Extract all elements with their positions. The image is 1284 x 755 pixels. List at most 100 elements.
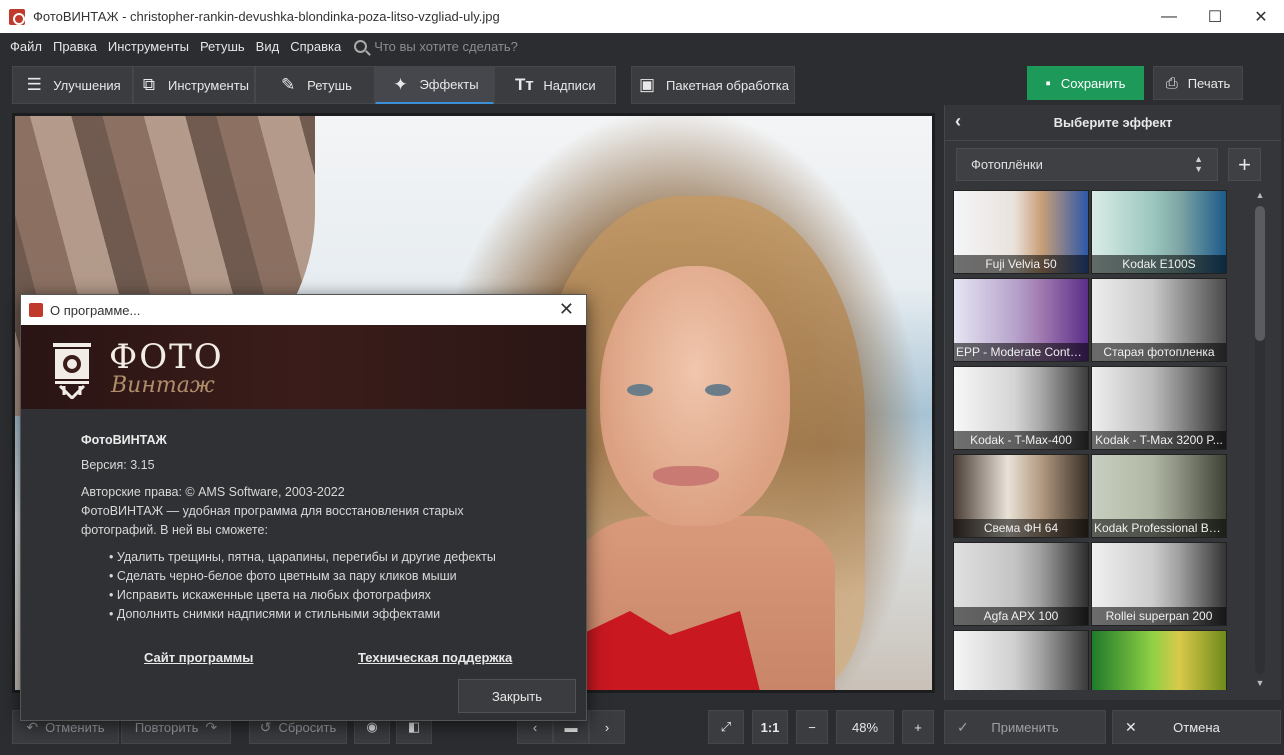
- effects-scrollbar[interactable]: ▲ ▼: [1250, 190, 1270, 690]
- effects-grid: Fuji Velvia 50 Kodak E100S EPP - Moderat…: [953, 190, 1233, 690]
- undo-arrow-icon: ↶: [26, 718, 39, 735]
- save-label: Сохранить: [1060, 75, 1126, 91]
- zoom-in-button[interactable]: +: [902, 710, 934, 744]
- print-button[interactable]: ⎙ Печать: [1153, 66, 1243, 100]
- next-image-button[interactable]: ›: [589, 710, 625, 744]
- product-name: ФотоВИНТАЖ: [81, 433, 167, 447]
- effect-thumb[interactable]: [953, 630, 1089, 690]
- copyright-text: Авторские права: © AMS Software, 2003-20…: [81, 485, 345, 499]
- batch-processing-button[interactable]: ▣ Пакетная обработка: [631, 66, 795, 104]
- website-link[interactable]: Сайт программы: [144, 650, 253, 665]
- close-icon[interactable]: ✕: [559, 299, 574, 320]
- window-title: ФотоВИНТАЖ - christopher-rankin-devushka…: [33, 9, 500, 24]
- effect-label: Kodak E100S: [1092, 255, 1226, 273]
- support-link[interactable]: Техническая поддержка: [358, 650, 512, 665]
- scroll-up-arrow-icon[interactable]: ▲: [1254, 190, 1266, 202]
- effect-thumb[interactable]: Свема ФН 64: [953, 454, 1089, 538]
- app-logo-icon: [29, 303, 43, 317]
- menu-tools[interactable]: Инструменты: [108, 39, 189, 54]
- tab-retouch[interactable]: ✎ Ретушь: [255, 66, 375, 104]
- maximize-button[interactable]: ☐: [1192, 0, 1238, 33]
- menu-view[interactable]: Вид: [256, 39, 280, 54]
- save-button[interactable]: ▪ Сохранить: [1027, 66, 1144, 100]
- magic-wand-icon: ✦: [393, 74, 408, 94]
- camera-logo-icon: [53, 343, 91, 399]
- feature-list: Удалить трещины, пятна, царапины, переги…: [81, 548, 561, 624]
- menu-help[interactable]: Справка: [290, 39, 341, 54]
- menu-edit[interactable]: Правка: [53, 39, 97, 54]
- dialog-title-bar: О программе...: [21, 295, 586, 325]
- redo-arrow-icon: ↷: [205, 718, 218, 735]
- tab-captions[interactable]: Tт Надписи: [494, 66, 616, 104]
- menu-retouch[interactable]: Ретушь: [200, 39, 245, 54]
- main-toolbar: ☰ Улучшения ⧉ Инструменты ✎ Ретушь ✦ Эфф…: [0, 60, 1284, 108]
- effect-label: Kodak - T-Max-400: [954, 431, 1088, 449]
- dialog-close-button[interactable]: Закрыть: [458, 679, 576, 713]
- scroll-down-arrow-icon[interactable]: ▼: [1254, 678, 1266, 690]
- menu-bar: Файл Правка Инструменты Ретушь Вид Справ…: [0, 33, 1284, 60]
- menu-file[interactable]: Файл: [10, 39, 42, 54]
- apply-button[interactable]: ✓ Применить: [944, 710, 1106, 744]
- brush-icon: ✎: [281, 75, 296, 94]
- reset-label: Сбросить: [278, 719, 337, 735]
- close-window-button[interactable]: ✕: [1238, 0, 1284, 33]
- effect-label: Свема ФН 64: [954, 519, 1088, 537]
- effect-thumb[interactable]: Kodak Professional BW...: [1091, 454, 1227, 538]
- check-icon: ✓: [957, 718, 969, 735]
- minimize-button[interactable]: —: [1146, 0, 1192, 33]
- list-item: Дополнить снимки надписями и стильными э…: [109, 605, 561, 624]
- effect-thumb[interactable]: Kodak E100S: [1091, 190, 1227, 274]
- undo-label: Отменить: [45, 719, 105, 735]
- fit-screen-icon: ⤢: [720, 719, 732, 734]
- list-item: Удалить трещины, пятна, царапины, переги…: [109, 548, 561, 567]
- zoom-level[interactable]: 48%: [836, 710, 894, 744]
- effect-thumb[interactable]: Agfa APX 100: [953, 542, 1089, 626]
- logo-subtitle: Винтаж: [111, 373, 215, 398]
- effect-thumb[interactable]: [1091, 630, 1227, 690]
- eye-icon: ◉: [366, 719, 378, 734]
- scrollbar-thumb[interactable]: [1255, 206, 1265, 341]
- effect-label: Старая фотопленка: [1092, 343, 1226, 361]
- version-text: Версия: 3.15: [81, 458, 155, 472]
- actual-size-button[interactable]: 1:1: [752, 710, 788, 744]
- search-icon[interactable]: [354, 40, 368, 53]
- effect-thumb[interactable]: Fuji Velvia 50: [953, 190, 1089, 274]
- effect-thumb[interactable]: Kodak - T-Max-400: [953, 366, 1089, 450]
- minus-icon: −: [808, 719, 816, 735]
- dialog-banner: ФОТО Винтаж: [21, 325, 586, 409]
- compare-icon: ◧: [407, 719, 421, 734]
- text-icon: Tт: [515, 75, 534, 94]
- effect-thumb[interactable]: Kodak - T-Max 3200 P...: [1091, 366, 1227, 450]
- photo-lips: [653, 466, 719, 486]
- app-logo-icon: [9, 8, 25, 25]
- chevron-left-icon: ‹: [532, 719, 538, 735]
- effect-thumb[interactable]: Старая фотопленка: [1091, 278, 1227, 362]
- tab-label: Инструменты: [167, 77, 250, 93]
- add-effect-button[interactable]: +: [1228, 148, 1261, 181]
- floppy-icon: ▪: [1045, 74, 1051, 92]
- effect-thumb[interactable]: EPP - Moderate Conta...: [953, 278, 1089, 362]
- effect-category-select[interactable]: Фотоплёнки ▲ ▼: [956, 148, 1218, 181]
- tab-enhancements[interactable]: ☰ Улучшения: [12, 66, 133, 104]
- fit-screen-button[interactable]: ⤢: [708, 710, 744, 744]
- tab-tools[interactable]: ⧉ Инструменты: [133, 66, 255, 104]
- print-label: Печать: [1187, 75, 1231, 91]
- cancel-button[interactable]: ✕ Отмена: [1112, 710, 1281, 744]
- zoom-out-button[interactable]: −: [796, 710, 828, 744]
- printer-icon: ⎙: [1165, 74, 1178, 92]
- back-arrow-icon[interactable]: ‹: [955, 111, 961, 132]
- command-search-input[interactable]: Что вы хотите сделать?: [374, 39, 518, 54]
- effect-thumb[interactable]: Rollei superpan 200: [1091, 542, 1227, 626]
- updown-arrows-icon: ▲ ▼: [1194, 154, 1203, 174]
- image-stack-icon: ▣: [639, 75, 656, 94]
- tab-label: Улучшения: [53, 77, 121, 93]
- tab-label: Ретушь: [307, 77, 352, 93]
- effect-label: Rollei superpan 200: [1092, 607, 1226, 625]
- plus-icon: +: [914, 719, 922, 735]
- tab-effects[interactable]: ✦ Эффекты: [375, 66, 494, 104]
- effect-label: Fuji Velvia 50: [954, 255, 1088, 273]
- photo-eye-left: [627, 384, 653, 396]
- cancel-label: Отмена: [1173, 719, 1220, 735]
- dialog-body: ФотоВИНТАЖ Версия: 3.15 Авторские права:…: [81, 431, 561, 624]
- list-item: Исправить искаженные цвета на любых фото…: [109, 586, 561, 605]
